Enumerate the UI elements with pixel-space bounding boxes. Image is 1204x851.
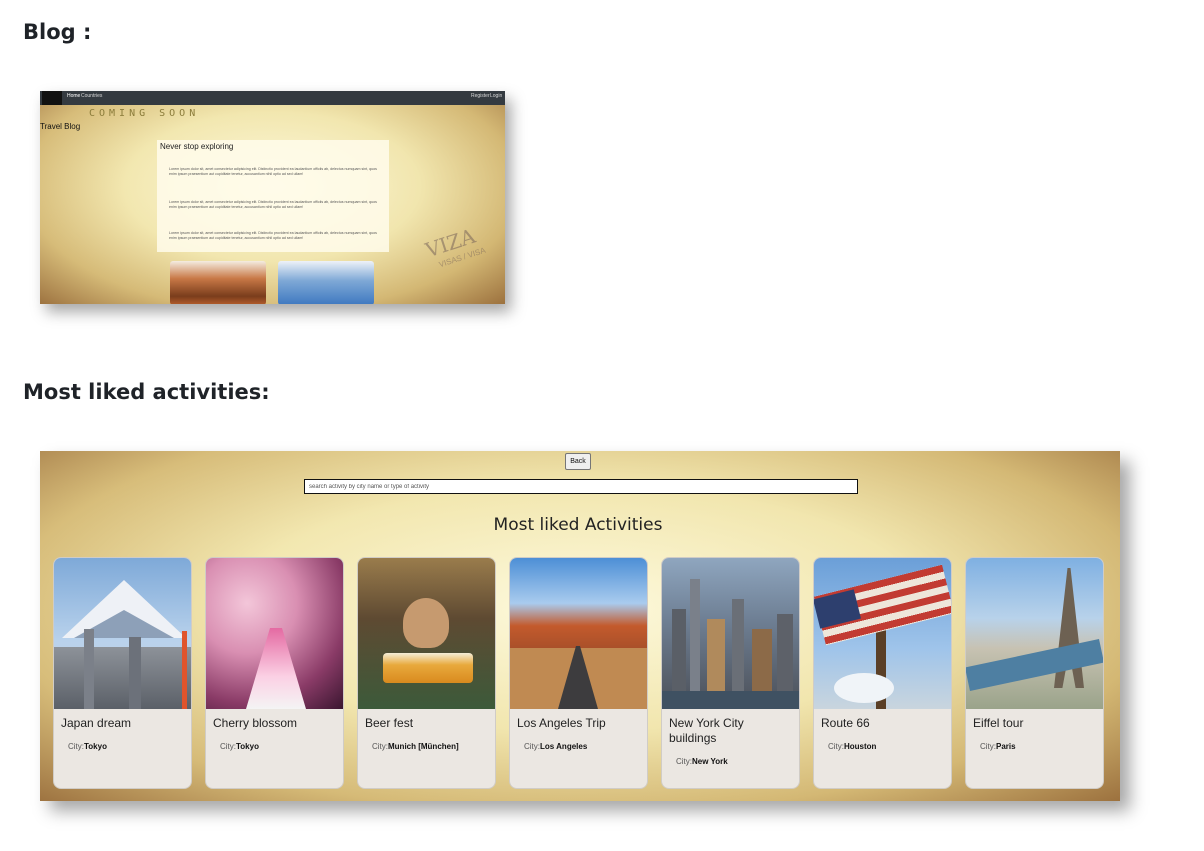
activities-screenshot: Back Most liked Activities Japan dream C… [40,451,1120,801]
activity-city: City:Tokyo [220,742,259,751]
activity-image-mount-fuji [54,558,191,709]
activity-title: Los Angeles Trip [517,716,606,730]
activity-title: Beer fest [365,716,414,730]
blog-post-title: Never stop exploring [160,142,234,151]
blog-paragraph: Lorem ipsum dolor sit, amet consectetur … [169,231,377,240]
activity-city: City:Los Angeles [524,742,588,751]
blog-paragraph: Lorem ipsum dolor sit, amet consectetur … [169,167,377,176]
activity-city: City:Tokyo [68,742,107,751]
activity-title: Route 66 [821,716,870,730]
activity-image-eiffel-tower [966,558,1103,709]
activity-card[interactable]: Beer fest City:Munich [München] [357,557,496,789]
coming-soon-banner: COMING SOON [89,108,200,119]
activities-heading: Most liked Activities [493,515,663,535]
activity-image-new-york [662,558,799,709]
blog-thumbnail-sky[interactable] [278,261,374,304]
blog-post-card: Never stop exploring Lorem ipsum dolor s… [157,140,389,252]
activity-image-us-flag-sign [814,558,951,709]
activity-card[interactable]: Los Angeles Trip City:Los Angeles [509,557,648,789]
activity-card[interactable]: Route 66 City:Houston [813,557,952,789]
activity-image-desert-road [510,558,647,709]
blog-navbar: Home Countries Register Login [40,91,505,105]
activity-card[interactable]: New York City buildings City:New York [661,557,800,789]
blog-paragraph: Lorem ipsum dolor sit, amet consectetur … [169,200,377,209]
nav-countries-link[interactable]: Countries [81,93,102,99]
activity-image-beer-fest [358,558,495,709]
nav-home-link[interactable]: Home [67,93,80,99]
activity-card[interactable]: Japan dream City:Tokyo [53,557,192,789]
activity-title: Japan dream [61,716,132,730]
blog-thumbnail-canyon[interactable] [170,261,266,304]
search-input[interactable] [304,479,858,494]
blog-screenshot: Home Countries Register Login COMING SOO… [40,91,505,304]
blog-heading: Blog : [23,20,92,44]
activity-title: New York City buildings [669,716,744,745]
activity-title: Eiffel tour [973,716,1024,730]
blog-page-title: Travel Blog [40,122,81,131]
nav-login-link[interactable]: Login [490,93,502,99]
activity-city: City:Paris [980,742,1016,751]
activity-city: City:Houston [828,742,877,751]
nav-register-link[interactable]: Register [471,93,490,99]
back-button[interactable]: Back [565,453,591,470]
activity-card[interactable]: Cherry blossom City:Tokyo [205,557,344,789]
activity-image-cherry-blossom [206,558,343,709]
activity-card[interactable]: Eiffel tour City:Paris [965,557,1104,789]
activity-city: City:Munich [München] [372,742,459,751]
liked-activities-heading: Most liked activities: [23,380,270,404]
activity-title: Cherry blossom [213,716,298,730]
activity-city: City:New York [676,757,728,766]
blog-logo[interactable] [42,91,62,105]
